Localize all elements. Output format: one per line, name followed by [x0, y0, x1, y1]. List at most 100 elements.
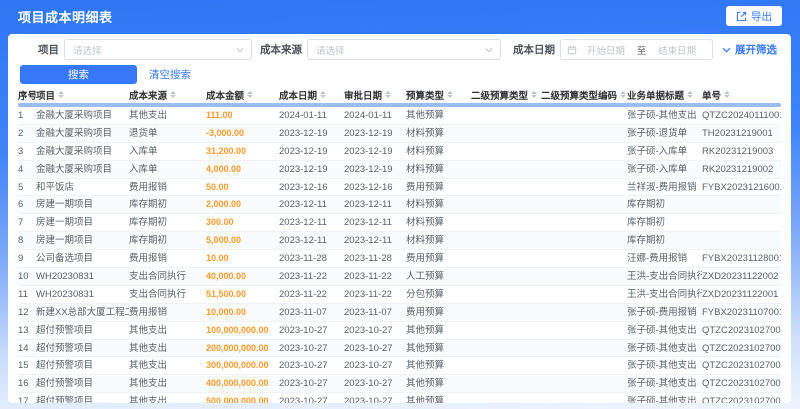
column-header-7[interactable]: 二级预算类型 [471, 88, 541, 102]
sort-icon[interactable] [58, 91, 65, 98]
clear-search-link[interactable]: 清空搜索 [149, 67, 191, 82]
table-row[interactable]: 8 房建一期项目 库存期初 5,000.00 2023-12-11 2023-12-11 材… [18, 232, 781, 251]
cell: 支出合同执行 [129, 288, 187, 300]
column-header-2[interactable]: 成本来源 [129, 88, 206, 102]
cell: 人工预算 [406, 270, 445, 282]
table-row[interactable]: 14 超付预警项目 其他支出 200,000,000.00 2023-10-27 2023… [18, 339, 781, 358]
topbar: 项目成本明细表 导出 [0, 0, 800, 32]
sort-icon[interactable] [447, 91, 454, 98]
table-row[interactable]: 1 金融大厦采购项目 其他支出 111.00 2024-01-11 2024-01-11 其… [18, 107, 781, 125]
table-row[interactable]: 10 WH20230831 支出合同执行 40,000.00 2023-11-22 202… [18, 268, 781, 286]
table-row[interactable]: 3 金融大厦采购项目 入库单 31,200.00 2023-12-19 2023-12-1… [18, 143, 781, 161]
cell: 2023-11-22 [279, 270, 327, 282]
cell: 300.00 [206, 217, 234, 228]
table-row[interactable]: 7 房建一期项目 库存期初 300.00 2023-12-11 2023-12-11 材料预… [18, 214, 781, 233]
cell: 公司备选项目 [36, 253, 94, 265]
cell: 金融大厦采购项目 [36, 127, 113, 139]
table-row[interactable]: 4 金融大厦采购项目 入库单 4,000.00 2023-12-19 2023-12-19… [18, 160, 781, 179]
column-header-6[interactable]: 预算类型 [406, 88, 471, 102]
cell: 库存期初 [627, 217, 666, 229]
cell: 50.00 [206, 181, 229, 192]
cell: 房建一期项目 [36, 235, 94, 247]
sort-icon[interactable] [620, 91, 627, 98]
cell: 2023-12-11 [279, 235, 327, 247]
column-label: 二级预算类型 [471, 90, 529, 102]
column-header-8[interactable]: 二级预算类型编码 [541, 88, 627, 102]
cell: 费用报销 [129, 181, 168, 193]
cell: 10 [18, 270, 29, 282]
cost-source-select[interactable]: 请选择 [307, 39, 501, 60]
column-header-1[interactable]: 项目 [36, 88, 129, 102]
cell: 2024-01-11 [344, 109, 392, 121]
chevron-down-icon [722, 47, 731, 53]
cost-date-range-input[interactable]: 开始日期 至 结束日期 [560, 39, 713, 60]
cell: 库存期初 [627, 199, 666, 211]
cell: 兰祥淑-费用报销 [627, 181, 697, 193]
cell: 其他支出 [129, 360, 168, 372]
table-row[interactable]: 5 和平饭店 费用报销 50.00 2023-12-16 2023-12-16 费用预算 兰祥… [18, 179, 781, 197]
cell: 2023-12-11 [344, 199, 392, 211]
table-row[interactable]: 9 公司备选项目 费用报销 10.00 2023-11-28 2023-11-28 费用预算… [18, 250, 781, 269]
sort-icon[interactable] [170, 91, 177, 98]
sort-icon[interactable] [724, 91, 731, 98]
cell: 材料预算 [406, 217, 445, 229]
project-select[interactable]: 请选择 [64, 39, 252, 60]
table-row[interactable]: 17 超付预警项目 其他支出 500,000,000.00 2023-10-27 2023… [18, 393, 781, 403]
table-row[interactable]: 15 超付预警项目 其他支出 300,000,000.00 2023-10-27 2023… [18, 357, 781, 376]
table-row[interactable]: 2 金融大厦采购项目 退货单 -3,000.00 2023-12-19 2023-12-1… [18, 124, 781, 143]
sort-icon[interactable] [687, 91, 694, 98]
page-title: 项目成本明细表 [18, 9, 113, 25]
cell: 111.00 [206, 109, 233, 120]
cell: 100,000,000.00 [206, 324, 269, 335]
cell: 2023-10-27 [279, 360, 328, 372]
cell: 14 [18, 342, 29, 354]
cell: 11 [18, 288, 28, 300]
cell: 2023-10-27 [344, 378, 393, 390]
cell: 超付预警项目 [36, 324, 94, 336]
cell: 库存期初 [129, 199, 168, 211]
table-row[interactable]: 11 WH20230831 支出合同执行 51,500.00 2023-11-22 202… [18, 286, 781, 304]
table-row[interactable]: 16 超付预警项目 其他支出 400,000,000.00 2023-10-27 2023… [18, 375, 781, 394]
column-header-5[interactable]: 审批日期 [344, 88, 406, 102]
cell: RK20231219002 [702, 163, 774, 175]
column-label: 业务单据标题 [627, 90, 685, 102]
sort-icon[interactable] [531, 91, 538, 98]
cell: 2023-11-07 [344, 306, 392, 318]
column-header-10[interactable]: 单号 [702, 88, 781, 102]
cell: 材料预算 [406, 235, 445, 247]
sort-icon[interactable] [320, 91, 327, 98]
column-header-3[interactable]: 成本金额 [206, 88, 279, 102]
cell: 5,000.00 [206, 235, 242, 246]
cell: 库存期初 [627, 235, 666, 247]
cell: 5 [18, 181, 24, 193]
cell: 其他支出 [129, 396, 168, 403]
cell: 其他支出 [129, 378, 168, 390]
cell: QTZC20231027002 [702, 342, 781, 354]
column-header-9[interactable]: 业务单据标题 [627, 88, 702, 102]
cell: 15 [18, 360, 29, 372]
cost-source-placeholder: 请选择 [316, 45, 345, 57]
table-row[interactable]: 6 房建一期项目 库存期初 2,000.00 2023-12-11 2023-12-11 材… [18, 196, 781, 215]
filter-bar: 项目 请选择 成本来源 请选择 成本日期 开始日期 至 结束日期 展开筛选 [18, 39, 781, 60]
table-row[interactable]: 13 超付预警项目 其他支出 100,000,000.00 2023-10-27 2023… [18, 322, 781, 340]
cell: RK20231219003 [702, 145, 774, 157]
cell: 2023-12-19 [344, 163, 393, 175]
table-row[interactable]: 12 新建XX总部大厦工程二期费用报销 10,000.00 2023-11-07 202… [18, 303, 781, 322]
scrollbar-thumb[interactable] [18, 102, 781, 107]
cell: 31,200.00 [206, 145, 247, 156]
expand-filters-link[interactable]: 展开筛选 [722, 42, 777, 57]
sort-icon[interactable] [385, 91, 392, 98]
cell: QTZC20231027002 [702, 360, 781, 372]
cell: 支出合同执行 [129, 270, 187, 282]
cell: 费用报销 [129, 306, 168, 318]
column-header-4[interactable]: 成本日期 [279, 88, 344, 102]
cell: 和平饭店 [36, 181, 75, 193]
project-label: 项目 [38, 44, 59, 56]
cell: 17 [18, 396, 29, 403]
search-button[interactable]: 搜索 [20, 65, 137, 84]
cell: 2023-12-11 [279, 217, 327, 229]
cell: 6 [18, 199, 24, 211]
cell: 分包预算 [406, 288, 445, 300]
export-button[interactable]: 导出 [726, 6, 782, 26]
sort-icon[interactable] [247, 91, 254, 98]
